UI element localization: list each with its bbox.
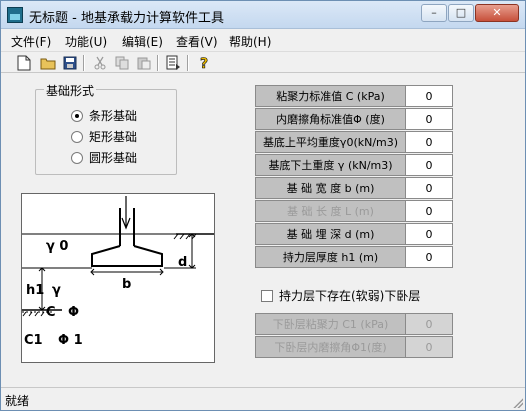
new-file-icon[interactable] [15, 54, 33, 72]
diagram-gamma0-label: γ 0 [46, 239, 68, 254]
param-input-gamma0[interactable]: 0 [405, 131, 453, 153]
copy-icon[interactable] [113, 54, 131, 72]
diagram-phi1-label: Φ 1 [58, 333, 83, 348]
param-label: 基 础 宽 度 b (m) [255, 177, 405, 199]
foundation-type-title: 基础形式 [44, 82, 97, 99]
radio-label: 圆形基础 [89, 151, 138, 165]
radio-strip-foundation[interactable]: 条形基础 [71, 107, 137, 124]
window-title: 无标题 - 地基承载力计算软件工具 [29, 11, 224, 26]
param-label: 持力层厚度 h1 (m) [255, 246, 405, 268]
radio-label: 矩形基础 [89, 130, 138, 144]
maximize-button[interactable]: □ [448, 4, 474, 22]
radio-button[interactable] [71, 151, 83, 164]
param-row-gamma: 基底下土重度 γ (kN/m3) 0 [255, 154, 455, 176]
diagram-c-label: C [46, 305, 56, 320]
param-label: 下卧层内磨擦角Φ1(度) [255, 336, 405, 358]
minimize-button[interactable]: – [421, 4, 447, 22]
menu-bar: 文件(F) 功能(U) 编辑(E) 查看(V) 帮助(H) [1, 30, 525, 50]
menu-view[interactable]: 查看(V) [176, 33, 218, 50]
diagram-phi-label: Φ [68, 305, 79, 320]
param-row-weak-cohesion: 下卧层粘聚力 C1 (kPa) 0 [255, 313, 455, 335]
param-label: 基底下土重度 γ (kN/m3) [255, 154, 405, 176]
param-input-friction-angle[interactable]: 0 [405, 108, 453, 130]
menu-help[interactable]: 帮助(H) [229, 33, 271, 50]
radio-rect-foundation[interactable]: 矩形基础 [71, 128, 137, 145]
toolbar-separator [157, 55, 159, 71]
paste-icon[interactable] [135, 54, 153, 72]
help-icon[interactable]: ? [195, 54, 213, 72]
param-input-depth[interactable]: 0 [405, 223, 453, 245]
status-text: 就绪 [5, 394, 30, 408]
param-label: 下卧层粘聚力 C1 (kPa) [255, 313, 405, 335]
diagram-gamma-label: γ [52, 283, 61, 298]
param-row-friction-angle: 内磨擦角标准值Φ (度) 0 [255, 108, 455, 130]
param-input-weak-friction-angle: 0 [405, 336, 453, 358]
param-input-length: 0 [405, 200, 453, 222]
radio-button-checked[interactable] [71, 109, 83, 122]
close-button[interactable]: ✕ [475, 4, 519, 22]
param-label: 内磨擦角标准值Φ (度) [255, 108, 405, 130]
param-input-layer-thickness[interactable]: 0 [405, 246, 453, 268]
toolbar-separator [83, 55, 85, 71]
radio-label: 条形基础 [89, 109, 138, 123]
weak-layer-checkbox-row[interactable]: 持力层下存在(软弱)下卧层 [261, 287, 420, 304]
menu-function[interactable]: 功能(U) [65, 33, 107, 50]
status-bar: 就绪 [1, 387, 525, 410]
param-label: 基 础 长 度 L (m) [255, 200, 405, 222]
param-row-cohesion: 粘聚力标准值 C (kPa) 0 [255, 85, 455, 107]
menu-file[interactable]: 文件(F) [11, 33, 51, 50]
radio-button[interactable] [71, 130, 83, 143]
weak-layer-checkbox-label: 持力层下存在(软弱)下卧层 [279, 289, 421, 303]
param-row-width: 基 础 宽 度 b (m) 0 [255, 177, 455, 199]
param-input-cohesion[interactable]: 0 [405, 85, 453, 107]
title-bar[interactable]: 无标题 - 地基承载力计算软件工具 – □ ✕ [1, 1, 525, 29]
param-row-length: 基 础 长 度 L (m) 0 [255, 200, 455, 222]
param-row-layer-thickness: 持力层厚度 h1 (m) 0 [255, 246, 455, 268]
param-input-gamma[interactable]: 0 [405, 154, 453, 176]
param-row-gamma0: 基底上平均重度γ0(kN/m3) 0 [255, 131, 455, 153]
param-row-depth: 基 础 埋 深 d (m) 0 [255, 223, 455, 245]
param-row-weak-friction-angle: 下卧层内磨擦角Φ1(度) 0 [255, 336, 455, 358]
resize-grip-icon[interactable] [511, 396, 523, 408]
foundation-diagram: γ 0 d h1 γ b C Φ C1 Φ 1 [21, 193, 215, 363]
app-icon [7, 7, 23, 23]
toolbar: ? [1, 51, 525, 73]
toolbar-separator [187, 55, 189, 71]
open-folder-icon[interactable] [39, 54, 57, 72]
diagram-c1-label: C1 [24, 333, 43, 348]
menu-edit[interactable]: 编辑(E) [122, 33, 163, 50]
param-input-weak-cohesion: 0 [405, 313, 453, 335]
cut-icon[interactable] [91, 54, 109, 72]
client-area: 基础形式 条形基础 矩形基础 圆形基础 γ 0 d h1 γ b C Φ C1 … [5, 75, 521, 385]
param-input-width[interactable]: 0 [405, 177, 453, 199]
weak-layer-checkbox[interactable] [261, 289, 273, 302]
export-icon[interactable] [165, 54, 183, 72]
diagram-b-label: b [122, 277, 131, 292]
param-label: 基 础 埋 深 d (m) [255, 223, 405, 245]
diagram-d-label: d [178, 255, 187, 270]
diagram-h1-label: h1 [26, 283, 44, 298]
radio-circle-foundation[interactable]: 圆形基础 [71, 149, 137, 166]
save-icon[interactable] [61, 54, 79, 72]
main-window: 无标题 - 地基承载力计算软件工具 – □ ✕ 文件(F) 功能(U) 编辑(E… [0, 0, 526, 411]
svg-text:?: ? [200, 56, 208, 71]
param-label: 粘聚力标准值 C (kPa) [255, 85, 405, 107]
param-label: 基底上平均重度γ0(kN/m3) [255, 131, 405, 153]
